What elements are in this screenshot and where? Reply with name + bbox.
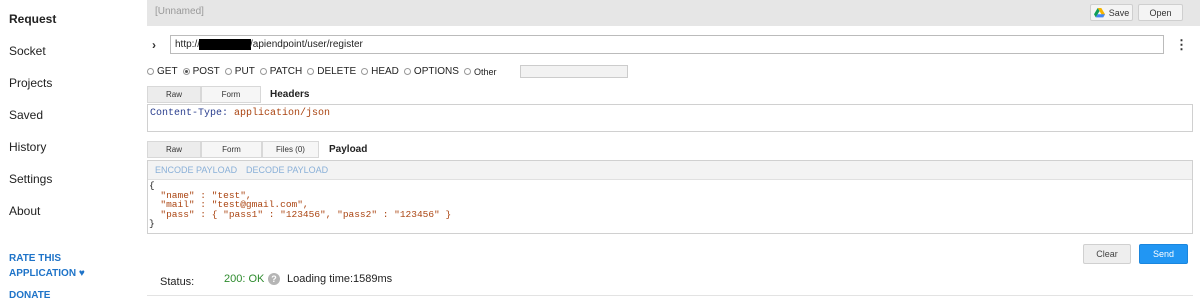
radio-other[interactable] [463,68,471,75]
donate-link[interactable]: DONATE [9,290,50,301]
payload-code[interactable]: { "name" : "test", "mail" : "test@gmail.… [149,181,451,229]
chevron-right-icon[interactable]: › [152,38,156,52]
method-delete-label: DELETE [317,66,357,77]
payload-tab-files[interactable]: Files (0) [262,141,319,158]
payload-line: "pass" : { "pass1" : "123456", "pass2" :… [149,208,452,220]
other-method-input[interactable] [520,65,628,78]
sidebar-item-saved[interactable]: Saved [9,108,43,122]
url-input[interactable]: http:// /apiendpoint/user/register [170,35,1164,54]
method-patch-label: PATCH [269,66,303,77]
sidebar-item-history[interactable]: History [9,140,46,154]
decode-payload-link[interactable]: DECODE PAYLOAD [246,165,328,175]
radio-delete[interactable] [307,68,315,75]
method-patch[interactable]: PATCH [259,66,303,77]
encode-payload-link[interactable]: ENCODE PAYLOAD [155,165,237,175]
method-head-label: HEAD [371,66,399,77]
method-other[interactable]: Other [463,66,497,77]
request-name-bar: [Unnamed] Save Open [147,0,1200,26]
headers-title: Headers [270,89,310,100]
method-get[interactable]: GET [147,66,178,77]
payload-editor[interactable]: ENCODE PAYLOAD DECODE PAYLOAD { "name" :… [147,160,1193,234]
status-label: Status: [160,276,195,288]
headers-tab-raw[interactable]: Raw [147,86,201,103]
payload-title: Payload [329,144,368,155]
radio-put[interactable] [224,68,232,75]
more-options-icon[interactable]: ⋮ [1175,37,1188,53]
sidebar: Request Socket Projects Saved History Se… [0,0,143,301]
sidebar-item-settings[interactable]: Settings [9,172,52,186]
method-put[interactable]: PUT [224,66,255,77]
sidebar-item-request[interactable]: Request [9,12,56,26]
payload-tab-form[interactable]: Form [201,141,262,158]
sidebar-item-about[interactable]: About [9,204,40,218]
clear-button[interactable]: Clear [1083,244,1131,264]
header-value: application/json [234,108,331,119]
rate-app-link-line2[interactable]: APPLICATION ♥ [9,268,85,279]
sidebar-item-socket[interactable]: Socket [9,44,46,58]
method-options-label: OPTIONS [413,66,459,77]
method-options[interactable]: OPTIONS [403,66,459,77]
drive-icon [1093,7,1105,18]
headers-editor[interactable]: Content-Type: application/json [147,104,1193,132]
url-path: /apiendpoint/user/register [250,39,363,51]
url-prefix: http:// [175,39,201,51]
method-other-label: Other [473,66,497,77]
radio-patch[interactable] [259,68,267,75]
sidebar-item-projects[interactable]: Projects [9,76,52,90]
status-divider [147,295,1193,296]
payload-line: } [149,218,155,229]
header-key: Content-Type: [150,108,229,119]
payload-tabs: Raw Form Files (0) [147,141,319,158]
radio-options[interactable] [403,68,411,75]
payload-tab-raw[interactable]: Raw [147,141,201,158]
headers-tabs: Raw Form [147,86,261,103]
method-delete[interactable]: DELETE [307,66,356,77]
headers-tab-form[interactable]: Form [201,86,261,103]
loading-time: Loading time:1589ms [287,273,393,285]
radio-head[interactable] [361,68,369,75]
help-icon[interactable]: ? [268,273,280,285]
method-head[interactable]: HEAD [361,66,399,77]
save-button-label: Save [1108,7,1130,18]
rate-app-link-line1[interactable]: RATE THIS [9,253,61,264]
method-get-label: GET [157,66,178,77]
save-button[interactable]: Save [1090,4,1133,21]
status-code: 200: OK [224,273,265,285]
radio-get[interactable] [147,68,154,75]
open-button[interactable]: Open [1138,4,1183,21]
radio-post[interactable] [182,68,190,75]
method-post-label: POST [192,66,220,77]
redacted-host [199,39,252,50]
request-name-input[interactable]: [Unnamed] [155,6,204,17]
method-post[interactable]: POST [182,66,220,77]
http-method-group: GET POST PUT PATCH DELETE HEAD OPTIONS O… [147,66,501,77]
send-button[interactable]: Send [1139,244,1188,264]
payload-encode-bar: ENCODE PAYLOAD DECODE PAYLOAD [148,161,1192,180]
method-put-label: PUT [234,66,255,77]
